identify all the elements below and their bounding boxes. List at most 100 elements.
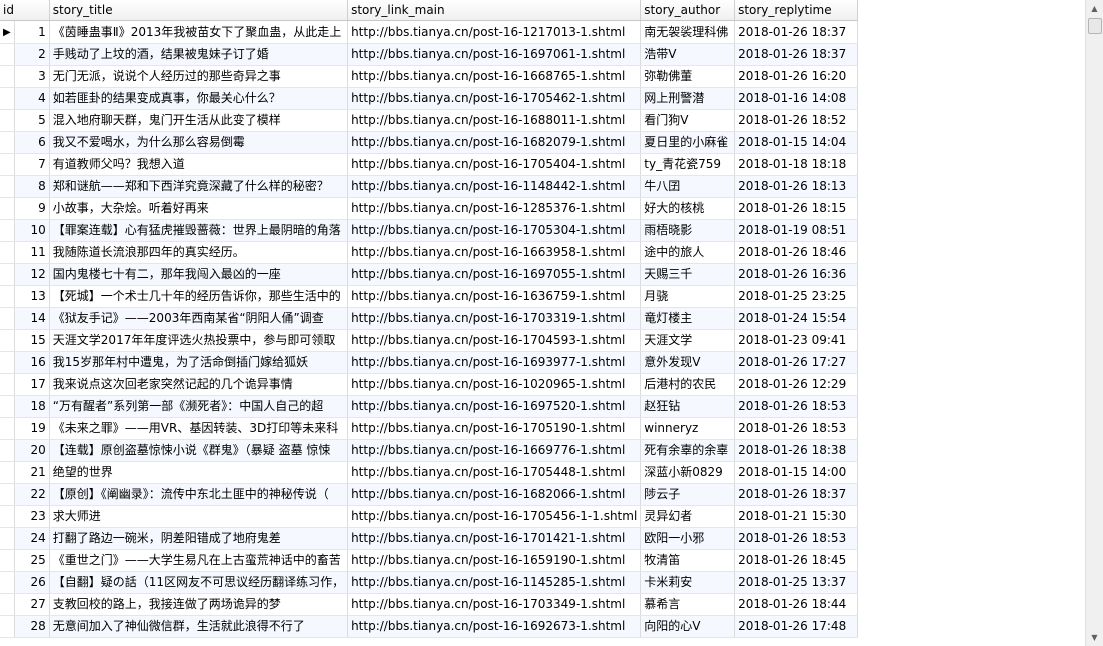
cell-id[interactable]: 11 (14, 241, 50, 264)
cell-id[interactable]: 2 (14, 43, 50, 66)
cell-story-replytime[interactable]: 2018-01-26 18:37 (734, 483, 858, 506)
table-row[interactable]: 10 【罪案连载】心有猛虎摧毁蔷薇：世界上最阴暗的角落 http://bbs.tia… (0, 219, 858, 242)
cell-story-replytime[interactable]: 2018-01-26 18:13 (734, 175, 858, 198)
cell-id[interactable]: 19 (14, 417, 50, 440)
cell-story-author[interactable]: 浩带V (640, 43, 736, 66)
cell-id[interactable]: 15 (14, 329, 50, 352)
cell-story-link[interactable]: http://bbs.tianya.cn/post-16-1688011-1.s… (347, 109, 642, 132)
row-selector[interactable] (0, 329, 15, 352)
cell-id[interactable]: 9 (14, 197, 50, 220)
cell-story-author[interactable]: 网上刑警潜 (640, 87, 736, 110)
cell-story-author[interactable]: 牧清笛 (640, 549, 736, 572)
cell-story-title[interactable]: “万有醒者”系列第一部《濒死者》：中国人自己的超 (49, 395, 349, 418)
cell-story-title[interactable]: 我15岁那年村中遭鬼，为了活命倒插门嫁给狐妖 (49, 351, 349, 374)
table-row[interactable]: 5 混入地府聊天群，鬼门开生活从此变了模样 http://bbs.tianya.cn… (0, 109, 858, 132)
row-selector[interactable] (0, 241, 15, 264)
cell-story-link[interactable]: http://bbs.tianya.cn/post-16-1682079-1.s… (347, 131, 642, 154)
cell-story-replytime[interactable]: 2018-01-18 18:18 (734, 153, 858, 176)
row-selector[interactable] (0, 65, 15, 88)
cell-story-title[interactable]: 我随陈道长流浪那四年的真实经历。 (49, 241, 349, 264)
row-selector[interactable] (0, 307, 15, 330)
cell-story-title[interactable]: 【连载】原创盗墓惊悚小说《群鬼》（暴疑 盗墓 惊悚 (49, 439, 349, 462)
cell-story-title[interactable]: 手贱动了上坟的酒，结果被鬼妹子订了婚 (49, 43, 349, 66)
header-col-id[interactable]: id (0, 0, 50, 21)
cell-id[interactable]: 21 (14, 461, 50, 484)
row-selector[interactable] (0, 373, 15, 396)
cell-story-replytime[interactable]: 2018-01-26 18:46 (734, 241, 858, 264)
cell-story-link[interactable]: http://bbs.tianya.cn/post-16-1703319-1.s… (347, 307, 642, 330)
cell-story-replytime[interactable]: 2018-01-26 16:20 (734, 65, 858, 88)
cell-story-link[interactable]: http://bbs.tianya.cn/post-16-1668765-1.s… (347, 65, 642, 88)
cell-story-replytime[interactable]: 2018-01-26 18:52 (734, 109, 858, 132)
cell-story-link[interactable]: http://bbs.tianya.cn/post-16-1285376-1.s… (347, 197, 642, 220)
row-selector[interactable] (0, 131, 15, 154)
cell-story-author[interactable]: winneryz (640, 417, 736, 440)
cell-id[interactable]: 27 (14, 593, 50, 616)
cell-story-title[interactable]: 国内鬼楼七十有二，那年我闯入最凶的一座 (49, 263, 349, 286)
table-row[interactable]: 11 我随陈道长流浪那四年的真实经历。 http://bbs.tianya.cn/p… (0, 241, 858, 264)
table-row[interactable]: 17 我来说点这次回老家突然记起的几个诡异事情 http://bbs.tianya.… (0, 373, 858, 396)
row-selector[interactable] (0, 483, 15, 506)
table-row[interactable]: 27 支教回校的路上，我接连做了两场诡异的梦 http://bbs.tianya.c… (0, 593, 858, 616)
cell-story-author[interactable]: 好大的核桃 (640, 197, 736, 220)
cell-id[interactable]: 13 (14, 285, 50, 308)
row-selector[interactable] (0, 439, 15, 462)
cell-story-title[interactable]: 郑和谜航——郑和下西洋究竟深藏了什么样的秘密？ (49, 175, 349, 198)
cell-story-author[interactable]: 陟云子 (640, 483, 736, 506)
table-row[interactable]: 24 打翻了路边一碗米，阴差阳错成了地府鬼差 http://bbs.tianya.c… (0, 527, 858, 550)
cell-story-author[interactable]: 牛八囝 (640, 175, 736, 198)
cell-id[interactable]: 22 (14, 483, 50, 506)
cell-story-link[interactable]: http://bbs.tianya.cn/post-16-1705462-1.s… (347, 87, 642, 110)
cell-story-author[interactable]: 卡米莉安 (640, 571, 736, 594)
cell-id[interactable]: 28 (14, 615, 50, 638)
row-selector[interactable] (0, 219, 15, 242)
cell-id[interactable]: 12 (14, 263, 50, 286)
row-selector[interactable] (0, 593, 15, 616)
cell-id[interactable]: 24 (14, 527, 50, 550)
cell-story-link[interactable]: http://bbs.tianya.cn/post-16-1705404-1.s… (347, 153, 642, 176)
table-row[interactable]: 9 小故事，大杂烩。听着好再来 http://bbs.tianya.cn/post-… (0, 197, 858, 220)
cell-story-link[interactable]: http://bbs.tianya.cn/post-16-1697520-1.s… (347, 395, 642, 418)
cell-story-replytime[interactable]: 2018-01-21 15:30 (734, 505, 858, 528)
cell-story-title[interactable]: 天涯文学2017年年度评选火热投票中，参与即可领取 (49, 329, 349, 352)
cell-story-replytime[interactable]: 2018-01-26 12:29 (734, 373, 858, 396)
cell-story-title[interactable]: 《重世之门》——大学生易凡在上古蛮荒神话中的畜苦 (49, 549, 349, 572)
table-row[interactable]: 23 求大师进 http://bbs.tianya.cn/post-16-17054… (0, 505, 858, 528)
cell-story-link[interactable]: http://bbs.tianya.cn/post-16-1693977-1.s… (347, 351, 642, 374)
cell-story-author[interactable]: 意外发现V (640, 351, 736, 374)
cell-story-title[interactable]: 无意间加入了神仙微信群，生活就此浪得不行了 (49, 615, 349, 638)
header-col-story-link-main[interactable]: story_link_main (347, 0, 642, 21)
cell-story-title[interactable]: 【原创】《阐幽录》：流传中东北土匪中的神秘传说（ (49, 483, 349, 506)
vertical-scrollbar[interactable]: ▲ ▼ (1085, 0, 1103, 646)
row-selector[interactable] (0, 197, 15, 220)
table-row[interactable]: 12 国内鬼楼七十有二，那年我闯入最凶的一座 http://bbs.tianya.c… (0, 263, 858, 286)
table-row[interactable]: 18 “万有醒者”系列第一部《濒死者》：中国人自己的超 http://bbs.tia… (0, 395, 858, 418)
cell-story-author[interactable]: 南无袈裟理科佛 (640, 20, 736, 44)
row-selector[interactable]: ▶ (0, 20, 15, 44)
table-row[interactable]: ▶ 1 《茵睡蛊事Ⅱ》2013年我被苗女下了聚血蛊，从此走上 http://bbs.t… (0, 20, 858, 44)
cell-story-title[interactable]: 【死城】一个术士几十年的经历告诉你，那些生活中的 (49, 285, 349, 308)
cell-story-replytime[interactable]: 2018-01-26 18:37 (734, 43, 858, 66)
row-selector[interactable] (0, 549, 15, 572)
row-selector[interactable] (0, 175, 15, 198)
cell-story-author[interactable]: 看门狗V (640, 109, 736, 132)
cell-story-replytime[interactable]: 2018-01-25 23:25 (734, 285, 858, 308)
table-row[interactable]: 19 《未来之罪》——用VR、基因转装、3D打印等未来科 http://bbs.ti… (0, 417, 858, 440)
table-row[interactable]: 2 手贱动了上坟的酒，结果被鬼妹子订了婚 http://bbs.tianya.cn/… (0, 43, 858, 66)
cell-id[interactable]: 23 (14, 505, 50, 528)
cell-story-replytime[interactable]: 2018-01-26 18:37 (734, 20, 858, 44)
cell-story-title[interactable]: 混入地府聊天群，鬼门开生活从此变了模样 (49, 109, 349, 132)
cell-story-link[interactable]: http://bbs.tianya.cn/post-16-1705304-1.s… (347, 219, 642, 242)
table-row[interactable]: 3 无门无派，说说个人经历过的那些奇异之事 http://bbs.tianya.cn… (0, 65, 858, 88)
cell-story-author[interactable]: 死有余辜的余辜 (640, 439, 736, 462)
cell-story-replytime[interactable]: 2018-01-26 18:53 (734, 417, 858, 440)
cell-story-link[interactable]: http://bbs.tianya.cn/post-16-1704593-1.s… (347, 329, 642, 352)
cell-story-link[interactable]: http://bbs.tianya.cn/post-16-1701421-1.s… (347, 527, 642, 550)
cell-id[interactable]: 16 (14, 351, 50, 374)
cell-id[interactable]: 14 (14, 307, 50, 330)
cell-id[interactable]: 4 (14, 87, 50, 110)
cell-story-author[interactable]: 灵异幻者 (640, 505, 736, 528)
cell-story-link[interactable]: http://bbs.tianya.cn/post-16-1217013-1.s… (347, 20, 642, 44)
row-selector[interactable] (0, 395, 15, 418)
cell-id[interactable]: 6 (14, 131, 50, 154)
